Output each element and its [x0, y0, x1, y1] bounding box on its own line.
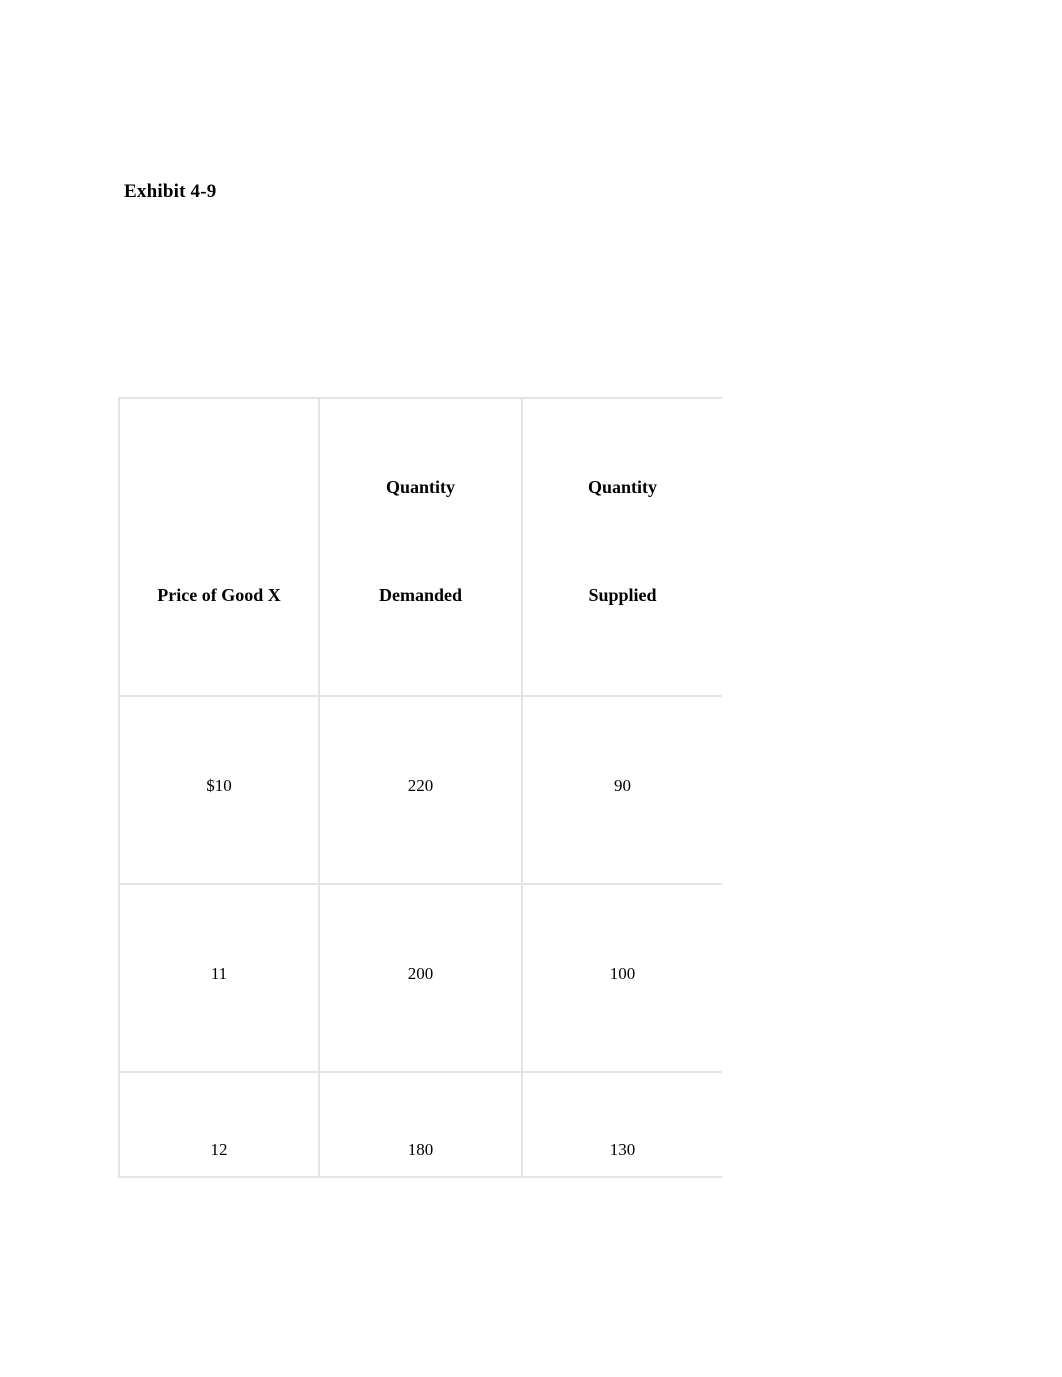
cell-price: 11 — [118, 883, 320, 1073]
cell-quantity-demanded-value: 180 — [407, 1140, 434, 1159]
cell-price: $10 — [118, 695, 320, 885]
cell-price-value: $10 — [206, 776, 232, 795]
column-header-quantity-supplied-line2: Supplied — [588, 585, 657, 605]
column-header-quantity-supplied-line1: Quantity — [587, 477, 657, 497]
column-header-price: Price of Good X — [118, 397, 320, 697]
cell-quantity-supplied-value: 90 — [614, 776, 631, 795]
cell-quantity-demanded: 180 — [318, 1071, 523, 1178]
table-row: $10 220 90 — [118, 695, 722, 885]
cell-quantity-supplied-value: 100 — [609, 964, 636, 983]
page-title: Exhibit 4-9 — [124, 181, 217, 202]
column-header-quantity-demanded: Quantity Demanded — [318, 397, 523, 697]
column-header-price-label: Price of Good X — [157, 585, 281, 605]
document-page: Exhibit 4-9 Price of Good X Quantity Dem… — [0, 0, 1062, 1377]
cell-quantity-supplied: 100 — [521, 883, 722, 1073]
cell-quantity-supplied: 130 — [521, 1071, 722, 1178]
column-header-quantity-supplied-stack: Quantity Supplied — [523, 399, 722, 695]
supply-demand-table-container: Price of Good X Quantity Demanded Quanti… — [118, 397, 722, 1188]
cell-price: 12 — [118, 1071, 320, 1178]
column-header-quantity-demanded-stack: Quantity Demanded — [320, 399, 521, 695]
cell-price-value: 11 — [210, 964, 228, 983]
column-header-quantity-demanded-line2: Demanded — [378, 585, 462, 605]
cell-quantity-demanded-value: 220 — [407, 776, 434, 795]
cell-quantity-demanded: 200 — [318, 883, 523, 1073]
cell-quantity-supplied-value: 130 — [609, 1140, 636, 1159]
column-header-quantity-supplied: Quantity Supplied — [521, 397, 722, 697]
table-row: 11 200 100 — [118, 883, 722, 1073]
cell-quantity-demanded: 220 — [318, 695, 523, 885]
column-header-price-stack: Price of Good X — [120, 399, 318, 695]
column-header-quantity-demanded-line1: Quantity — [385, 477, 455, 497]
table-row: 12 180 130 — [118, 1071, 722, 1178]
table-header-row: Price of Good X Quantity Demanded Quanti… — [118, 397, 722, 697]
cell-quantity-demanded-value: 200 — [407, 964, 434, 983]
cell-quantity-supplied: 90 — [521, 695, 722, 885]
cell-price-value: 12 — [210, 1140, 228, 1159]
supply-demand-table: Price of Good X Quantity Demanded Quanti… — [118, 397, 722, 1178]
